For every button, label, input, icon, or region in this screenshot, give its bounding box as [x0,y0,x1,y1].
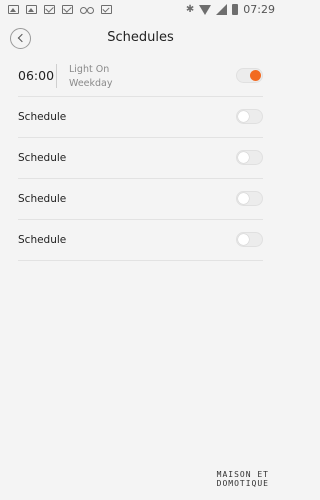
schedule-toggle[interactable] [236,232,263,247]
battery-icon [232,4,239,15]
image-icon [26,5,37,14]
mail-icon [62,5,73,14]
schedule-label: Schedule [18,193,67,205]
wifi-icon [199,4,212,15]
toggle-knob [238,193,249,204]
vertical-divider [56,64,57,88]
schedule-row[interactable]: 06:00 Light On Weekday [18,56,263,97]
schedule-row[interactable]: Schedule [18,220,263,261]
mail-icon [44,5,55,14]
toggle-knob [238,111,249,122]
schedule-list: 06:00 Light On Weekday Schedule Schedule… [0,56,281,261]
bluetooth-icon: ✱ [185,3,195,15]
back-button[interactable] [10,28,31,49]
schedule-label: Schedule [18,152,67,164]
schedule-row[interactable]: Schedule [18,138,263,179]
watermark-line: MAISON ET [216,470,269,479]
schedule-toggle[interactable] [236,191,263,206]
status-bar: ✱ 07:29 [0,0,281,20]
check-icon [101,5,112,14]
schedule-toggle[interactable] [236,150,263,165]
watermark-line: DOMOTIQUE [216,479,269,488]
watermark-logo: MAISON ET DOMOTIQUE [217,470,269,488]
schedule-time: 06:00 [18,68,55,83]
toggle-knob [238,152,249,163]
schedule-row[interactable]: Schedule [18,97,263,138]
voicemail-icon [80,5,94,14]
schedule-toggle[interactable] [236,68,263,83]
status-time: 07:29 [243,3,275,16]
schedule-repeat: Weekday [69,78,113,89]
notification-icons [8,5,112,14]
app-header: Schedules [0,20,281,56]
schedule-label: Schedule [18,234,67,246]
schedule-label: Schedule [18,111,67,123]
system-icons: ✱ 07:29 [186,3,275,16]
schedule-action: Light On [69,64,110,75]
toggle-knob [250,70,261,81]
page-title: Schedules [107,30,174,45]
toggle-knob [238,234,249,245]
image-icon [8,5,19,14]
schedule-row[interactable]: Schedule [18,179,263,220]
signal-icon [216,4,228,15]
schedule-toggle[interactable] [236,109,263,124]
